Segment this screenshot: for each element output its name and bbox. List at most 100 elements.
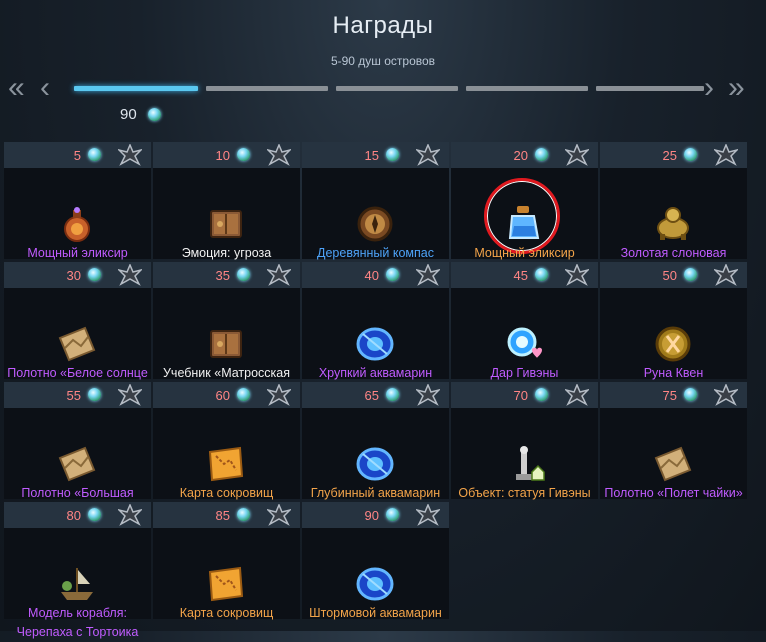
reward-cell-body: Полотно «Белое солнце Гуджира» — [4, 288, 151, 399]
soul-orb-icon — [386, 148, 399, 161]
reward-cell-body: Штормовой аквамарин — [302, 528, 449, 620]
reward-cell[interactable]: 75 Полотно «Полет чайки» — [600, 382, 747, 500]
reward-cell-header: 55 — [4, 382, 151, 408]
reward-name: Хрупкий аквамарин — [318, 366, 433, 380]
rewards-title: Награды — [332, 12, 434, 39]
reward-name: Полотно «Полет чайки» — [604, 486, 743, 500]
reward-cell[interactable]: 15 Деревянный компас — [302, 142, 449, 260]
reward-emblem-icon — [265, 143, 293, 166]
next-page-button[interactable]: › — [704, 73, 714, 103]
reward-cell-body: Мощный эликсир «Благословени… — [4, 168, 151, 279]
progress-segment-2[interactable] — [206, 86, 328, 91]
book-icon — [204, 202, 248, 246]
soul-orb-icon — [684, 148, 697, 161]
reward-name: Руна Квен — [643, 366, 704, 380]
reward-cell[interactable]: 55 Полотно «Большая волна в Лазурно… — [4, 382, 151, 519]
reward-name: Объект: статуя Гивэны — [458, 486, 591, 500]
progress-segment-3[interactable] — [336, 86, 458, 91]
soul-orb-icon — [684, 388, 697, 401]
progress-segment-5[interactable] — [596, 86, 704, 91]
soul-orb-icon — [535, 388, 548, 401]
reward-emblem-icon — [265, 263, 293, 286]
reward-cell[interactable]: 85 Карта сокровищ — [153, 502, 300, 620]
progress-segment-1[interactable] — [74, 86, 198, 91]
soul-requirement: 5 — [73, 148, 81, 163]
reward-cell[interactable]: 5 Мощный эликсир «Благословени… — [4, 142, 151, 279]
reward-emblem-icon — [414, 503, 442, 526]
reward-emblem-icon — [563, 263, 591, 286]
canvas-icon — [55, 442, 99, 486]
last-page-button[interactable]: » — [728, 73, 745, 103]
reward-cell-header: 75 — [600, 382, 747, 408]
reward-cell-header: 10 — [153, 142, 300, 168]
reward-cell-header: 50 — [600, 262, 747, 288]
soul-requirement: 90 — [364, 508, 379, 523]
reward-cell-body: Золотая слоновая черепаха — [600, 168, 747, 279]
reward-cell-body: Деревянный компас — [302, 168, 449, 260]
reward-emblem-icon — [265, 383, 293, 406]
reward-name: Деревянный компас — [317, 246, 434, 260]
reward-cell-body: Эмоция: угроза — [153, 168, 300, 260]
soul-orb-icon — [148, 108, 161, 121]
reward-cell[interactable]: 10 Эмоция: угроза — [153, 142, 300, 260]
reward-cell[interactable]: 70 Объект: статуя Гивэны — [451, 382, 598, 500]
progress-segment-4[interactable] — [466, 86, 588, 91]
reward-cell[interactable]: 20 Мощный эликсир умений — [451, 142, 598, 279]
reward-cell-body: Полотно «Большая волна в Лазурно… — [4, 408, 151, 519]
soul-orb-icon — [535, 148, 548, 161]
reward-cell-header: 35 — [153, 262, 300, 288]
reward-cell-header: 5 — [4, 142, 151, 168]
soul-requirement: 55 — [66, 388, 81, 403]
reward-cell[interactable]: 25 Золотая слоновая черепаха — [600, 142, 747, 279]
ship-model-icon — [55, 562, 99, 606]
soul-orb-icon — [88, 508, 101, 521]
reward-cell-body: Руна Квен — [600, 288, 747, 380]
reward-cell-header: 90 — [302, 502, 449, 528]
reward-cell-header: 30 — [4, 262, 151, 288]
canvas-icon — [651, 442, 695, 486]
reward-cell-body: Учебник «Матросская пляска» — [153, 288, 300, 399]
first-page-button[interactable]: « — [8, 73, 25, 103]
soul-progress-value: 90 — [120, 106, 137, 123]
reward-cell-header: 25 — [600, 142, 747, 168]
reward-cell-body: Карта сокровищ — [153, 528, 300, 620]
aquamarine-icon — [353, 562, 397, 606]
soul-requirement: 75 — [662, 388, 677, 403]
reward-cell[interactable]: 65 Глубинный аквамарин — [302, 382, 449, 500]
rune-icon — [651, 322, 695, 366]
reward-name: Глубинный аквамарин — [310, 486, 441, 500]
soul-requirement: 70 — [513, 388, 528, 403]
reward-emblem-icon — [116, 383, 144, 406]
soul-orb-icon — [386, 508, 399, 521]
book-icon — [204, 322, 248, 366]
reward-cell-body: Модель корабля: Черепаха с Тортоика — [4, 528, 151, 639]
turtle-icon — [651, 202, 695, 246]
soul-orb-icon — [237, 388, 250, 401]
soul-requirement: 35 — [215, 268, 230, 283]
reward-cell-header: 40 — [302, 262, 449, 288]
reward-cell-header: 80 — [4, 502, 151, 528]
reward-cell[interactable]: 45 Дар Гивэны — [451, 262, 598, 380]
reward-cell[interactable]: 50 Руна Квен — [600, 262, 747, 380]
treasure-map-icon — [204, 442, 248, 486]
gift-orb-icon — [502, 322, 546, 366]
elixir-icon — [55, 202, 99, 246]
reward-cell[interactable]: 80 Модель корабля: Черепаха с Тортоика — [4, 502, 151, 639]
soul-requirement: 25 — [662, 148, 677, 163]
reward-cell[interactable]: 35 Учебник «Матросская пляска» — [153, 262, 300, 399]
soul-requirement: 15 — [364, 148, 379, 163]
reward-cell-body: Дар Гивэны — [451, 288, 598, 380]
compass-icon — [353, 202, 397, 246]
reward-cell[interactable]: 30 Полотно «Белое солнце Гуджира» — [4, 262, 151, 399]
reward-cell[interactable]: 60 Карта сокровищ — [153, 382, 300, 500]
reward-name: Модель корабля: Черепаха с Тортоика — [16, 606, 139, 639]
reward-cell[interactable]: 90 Штормовой аквамарин — [302, 502, 449, 620]
reward-cell-header: 70 — [451, 382, 598, 408]
prev-page-button[interactable]: ‹ — [40, 73, 50, 103]
soul-orb-icon — [535, 268, 548, 281]
reward-emblem-icon — [414, 263, 442, 286]
reward-cell[interactable]: 40 Хрупкий аквамарин — [302, 262, 449, 380]
reward-cell-body: Полотно «Полет чайки» — [600, 408, 747, 500]
soul-requirement: 85 — [215, 508, 230, 523]
reward-emblem-icon — [563, 383, 591, 406]
